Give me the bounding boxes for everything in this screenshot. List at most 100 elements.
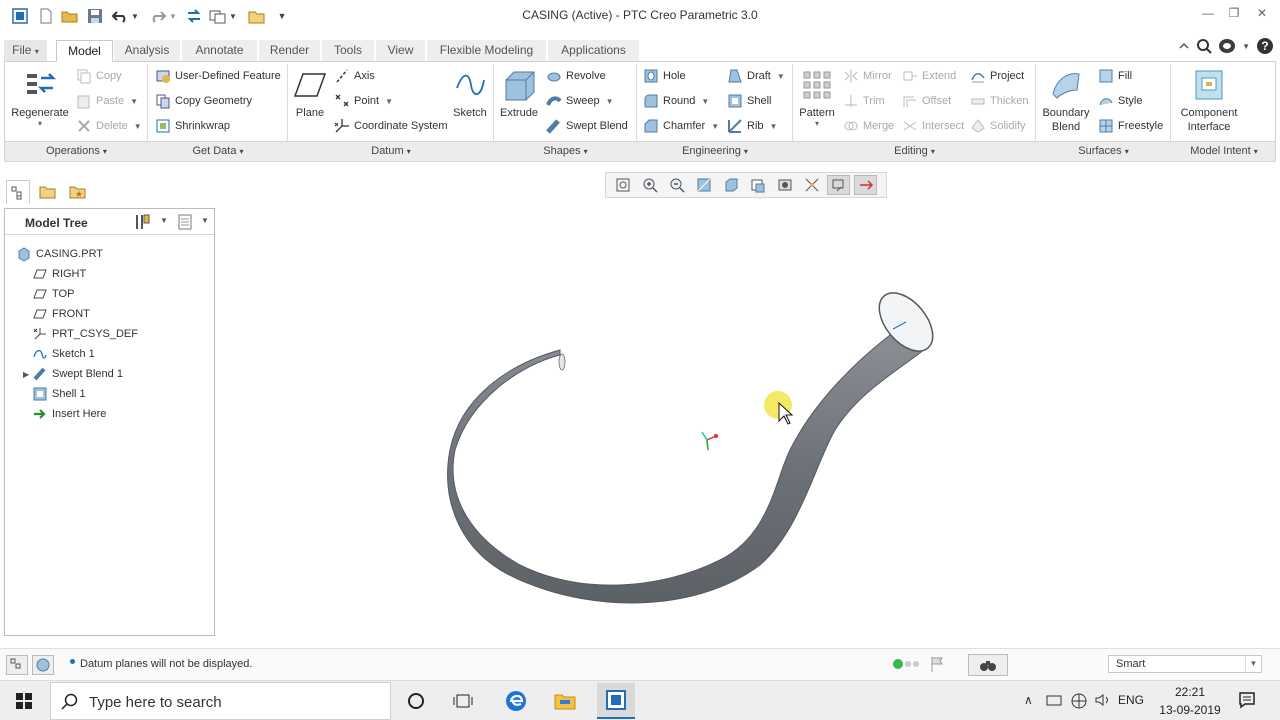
show-icon[interactable] [177,213,193,234]
repaint-icon[interactable] [692,175,715,195]
tree-item-casing-prt[interactable]: CASING.PRT [5,245,103,263]
extrude-button[interactable]: Extrude [498,68,540,120]
boundary-blend-button[interactable]: Boundary Blend [1040,68,1092,134]
tab-file[interactable]: File ▾ [4,40,48,62]
show-dropdown-icon[interactable]: ▼ [201,216,209,225]
model-viewport[interactable] [220,200,1276,644]
file-explorer-icon[interactable] [549,685,581,717]
freestyle-button[interactable]: Freestyle [1098,117,1163,135]
regeneration-status-icon[interactable] [893,659,919,669]
ptc-community-icon[interactable] [1218,38,1236,54]
expand-arrow-icon[interactable]: ▶ [23,370,33,379]
datum-display-filters-icon[interactable] [827,175,850,195]
zoom-in-icon[interactable] [638,175,661,195]
close-button[interactable]: ✕ [1250,6,1274,26]
point-button[interactable]: Point ▼ [334,92,393,110]
delete-button[interactable]: Delete ▼ [76,117,142,135]
selection-filter-select[interactable]: Smart ▼ [1108,655,1262,673]
browser-toggle-icon[interactable] [32,655,54,675]
creo-taskbar-icon[interactable] [597,683,635,719]
sketch-button[interactable]: Sketch [450,68,490,120]
regenerate-button[interactable]: Regenerate ▾ [10,68,70,128]
group-datum[interactable]: Datum ▾ [288,145,494,157]
tree-item-swept-blend-1[interactable]: ▶ Swept Blend 1 [5,365,123,383]
minimize-button[interactable]: — [1196,6,1220,26]
help-icon[interactable]: ? [1256,37,1274,55]
rib-button[interactable]: Rib ▼ [727,117,777,135]
thicken-button[interactable]: Thicken [970,92,1029,110]
navigator-toggle-icon[interactable] [6,655,28,675]
annotation-display-icon[interactable] [854,175,877,195]
shell-button[interactable]: Shell [727,92,771,110]
swept-blend-button[interactable]: Swept Blend [546,117,628,135]
action-center-icon[interactable] [1238,691,1256,712]
tree-item-right[interactable]: RIGHT [5,265,86,283]
system-clock[interactable]: 22:21 13-09-2019 [1150,683,1230,719]
folder-browser-tab-icon[interactable] [36,180,60,204]
revolve-button[interactable]: Revolve [546,67,606,85]
coordinate-system-button[interactable]: Coordinate System [334,117,448,135]
merge-button[interactable]: Merge [843,117,894,135]
task-view-icon[interactable] [447,685,479,717]
group-editing[interactable]: Editing ▾ [793,145,1036,157]
swept-blend-part[interactable] [447,283,944,604]
tab-annotate[interactable]: Annotate [182,40,258,62]
group-model-intent[interactable]: Model Intent ▾ [1171,145,1277,157]
view-manager-icon[interactable] [746,175,769,195]
tab-applications[interactable]: Applications [548,40,640,62]
extend-button[interactable]: Extend [902,67,956,85]
style-button[interactable]: Style [1098,92,1142,110]
tab-render[interactable]: Render [259,40,321,62]
favorites-tab-icon[interactable]: ★ [66,180,90,204]
pattern-button[interactable]: Pattern ▾ [796,68,838,128]
model-tree-tab-icon[interactable] [6,180,30,204]
tab-view[interactable]: View [376,40,426,62]
mirror-button[interactable]: Mirror [843,67,892,85]
collapse-ribbon-icon[interactable] [1178,40,1190,52]
group-shapes[interactable]: Shapes ▾ [494,145,637,157]
group-engineering[interactable]: Engineering ▾ [637,145,793,157]
tree-item-sketch-1[interactable]: Sketch 1 [5,345,95,363]
round-button[interactable]: Round ▼ [643,92,709,110]
tree-settings-icon[interactable] [133,213,151,234]
trim-button[interactable]: Trim [843,92,885,110]
volume-icon[interactable] [1094,693,1112,710]
restore-button[interactable]: ❐ [1222,6,1246,26]
offset-button[interactable]: Offset [902,92,951,110]
tree-item-insert-here[interactable]: Insert Here [5,405,106,423]
tab-analysis[interactable]: Analysis [114,40,181,62]
show-hidden-icons-chevron-icon[interactable]: ∧ [1024,693,1033,707]
tree-item-prt-csys-def[interactable]: PRT_CSYS_DEF [5,325,138,343]
keyboard-icon[interactable] [1046,693,1062,710]
sweep-button[interactable]: Sweep ▼ [546,92,614,110]
tab-tools[interactable]: Tools [322,40,375,62]
paste-button[interactable]: Paste ▼ [76,92,138,110]
draft-button[interactable]: Draft ▼ [727,67,785,85]
user-defined-feature-button[interactable]: User-Defined Feature [155,67,281,85]
refit-icon[interactable] [611,175,634,195]
find-binoculars-icon[interactable] [968,654,1008,676]
component-interface-button[interactable]: Component Interface [1176,68,1242,134]
display-style-icon[interactable] [773,175,796,195]
tree-item-front[interactable]: FRONT [5,305,90,323]
copy-button[interactable]: Copy [76,67,122,85]
plane-button[interactable]: Plane [292,68,328,120]
axis-button[interactable]: Axis [334,67,375,85]
shrinkwrap-button[interactable]: Shrinkwrap [155,117,230,135]
group-surfaces[interactable]: Surfaces ▾ [1036,145,1171,157]
community-dropdown-icon[interactable]: ▼ [1242,42,1250,51]
group-operations[interactable]: Operations ▾ [5,145,148,157]
cortana-icon[interactable] [400,685,432,717]
chamfer-button[interactable]: Chamfer ▼ [643,117,719,135]
zoom-out-icon[interactable] [665,175,688,195]
language-indicator[interactable]: ENG [1118,693,1144,707]
windows-start-icon[interactable] [8,685,40,717]
flag-icon[interactable] [930,656,944,675]
intersect-button[interactable]: Intersect [902,117,964,135]
fill-button[interactable]: Fill [1098,67,1132,85]
taskbar-search-box[interactable]: Type here to search [50,682,391,720]
group-get-data[interactable]: Get Data ▾ [148,145,288,157]
search-icon[interactable] [1196,38,1212,54]
tree-item-shell-1[interactable]: Shell 1 [5,385,86,403]
tree-item-top[interactable]: TOP [5,285,74,303]
